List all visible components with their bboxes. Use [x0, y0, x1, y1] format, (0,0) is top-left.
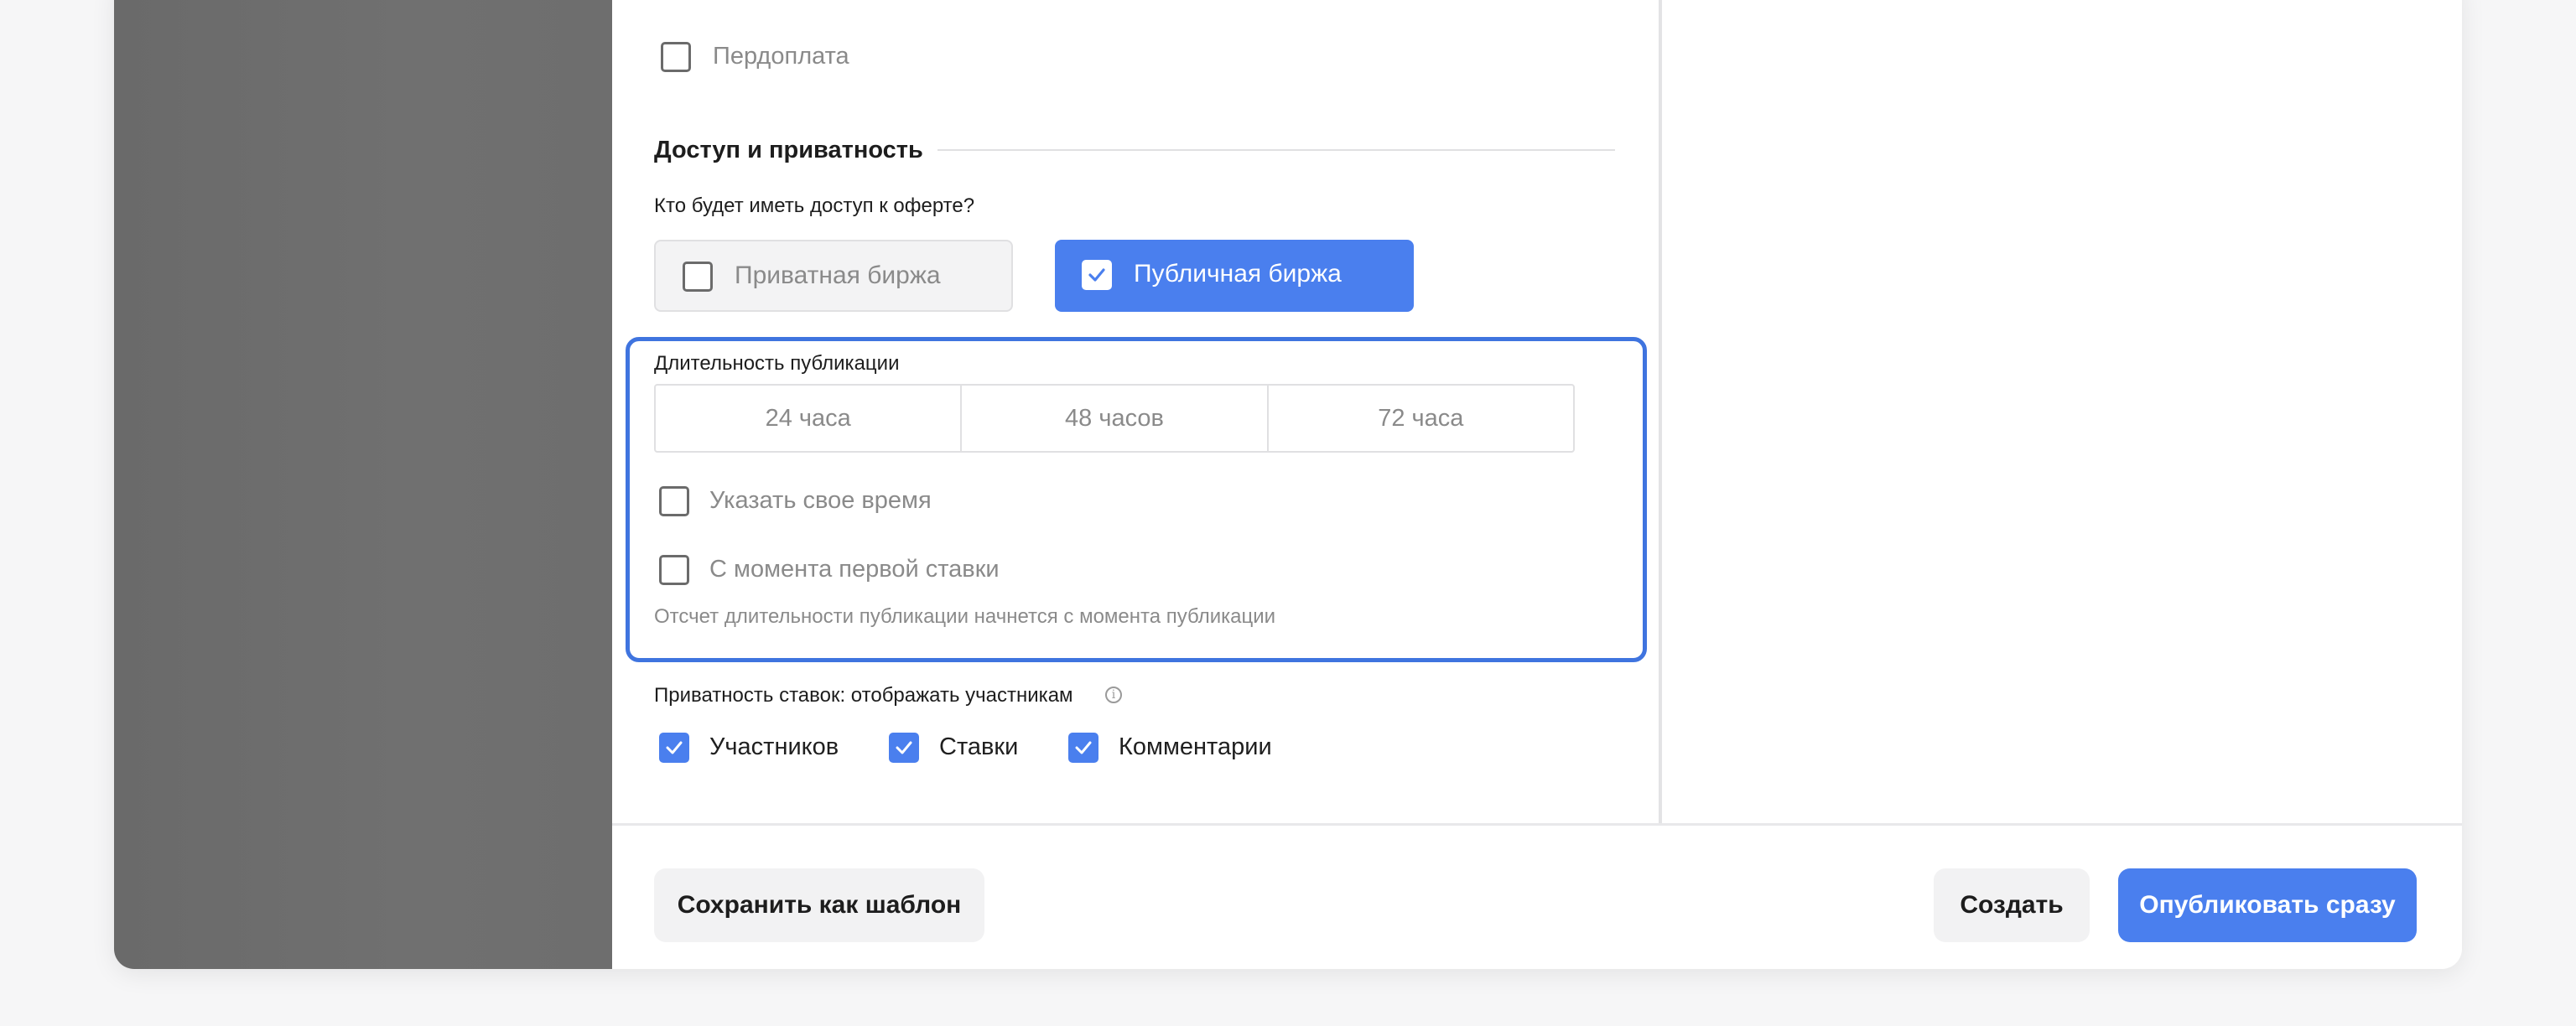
- prepay-label: Пердоплата: [713, 43, 849, 70]
- participants-checkbox[interactable]: [659, 733, 689, 763]
- duration-option-24h[interactable]: 24 часа: [656, 386, 963, 451]
- publish-now-button[interactable]: Опубликовать сразу: [2118, 868, 2417, 942]
- bid-privacy-label: Приватность ставок: отображать участника…: [654, 684, 1073, 707]
- info-circle-icon[interactable]: i: [1105, 687, 1122, 703]
- save-as-template-button[interactable]: Сохранить как шаблон: [654, 868, 984, 942]
- custom-time-checkbox[interactable]: [659, 486, 689, 516]
- footer-divider: [612, 823, 2462, 826]
- comments-label: Комментарии: [1119, 733, 1272, 760]
- duration-option-72h[interactable]: 72 часа: [1269, 386, 1573, 451]
- access-question: Кто будет иметь доступ к оферте?: [654, 194, 975, 217]
- bids-checkbox[interactable]: [889, 733, 919, 763]
- private-exchange-option[interactable]: Приватная биржа: [654, 240, 1013, 312]
- checkmark-icon: [1088, 268, 1105, 282]
- checkmark-icon: [896, 741, 912, 754]
- public-exchange-checkbox: [1082, 260, 1112, 290]
- preview-panel-divider: [1659, 0, 1662, 823]
- duration-segmented-control: 24 часа 48 часов 72 часа: [654, 384, 1575, 453]
- from-first-bid-checkbox[interactable]: [659, 555, 689, 585]
- public-exchange-option[interactable]: Публичная биржа: [1055, 240, 1414, 312]
- duration-hint: Отсчет длительности публикации начнется …: [654, 605, 1276, 628]
- private-exchange-label: Приватная биржа: [735, 262, 941, 289]
- checkmark-icon: [1075, 741, 1092, 754]
- duration-label: Длительность публикации: [654, 352, 900, 375]
- checkmark-icon: [666, 741, 683, 754]
- comments-checkbox[interactable]: [1068, 733, 1098, 763]
- custom-time-label: Указать свое время: [709, 487, 932, 514]
- bids-label: Ставки: [939, 733, 1019, 760]
- from-first-bid-label: С момента первой ставки: [709, 556, 1000, 583]
- section-divider: [937, 149, 1615, 151]
- private-exchange-checkbox: [683, 262, 713, 292]
- access-section-title: Доступ и приватность: [654, 137, 923, 163]
- participants-label: Участников: [709, 733, 839, 760]
- duration-option-48h[interactable]: 48 часов: [962, 386, 1269, 451]
- create-button[interactable]: Создать: [1934, 868, 2090, 942]
- prepay-checkbox[interactable]: [661, 42, 691, 72]
- left-overlay-panel: [114, 0, 612, 969]
- public-exchange-label: Публичная биржа: [1134, 260, 1342, 288]
